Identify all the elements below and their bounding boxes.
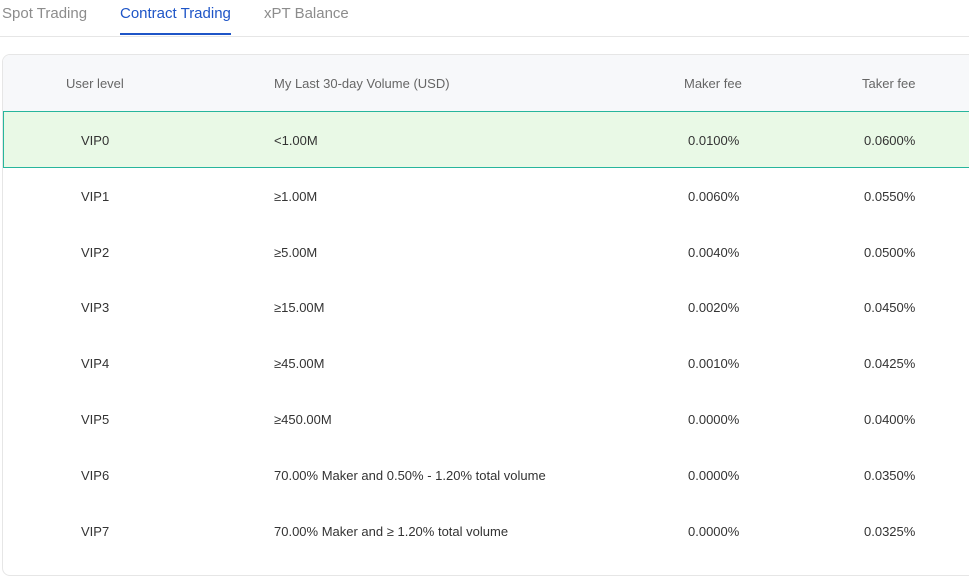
- cell-volume: 70.00% Maker and 0.50% - 1.20% total vol…: [274, 468, 546, 483]
- tab-spot-trading[interactable]: Spot Trading: [2, 4, 87, 34]
- table-row: VIP5 ≥450.00M 0.0000% 0.0400%: [3, 391, 969, 447]
- cell-maker-fee: 0.0020%: [688, 300, 740, 315]
- header-volume: My Last 30-day Volume (USD): [274, 76, 450, 91]
- cell-volume: ≥15.00M: [274, 300, 325, 315]
- cell-level: VIP6: [81, 468, 110, 483]
- cell-volume: ≥1.00M: [274, 189, 318, 204]
- cell-volume: 70.00% Maker and ≥ 1.20% total volume: [274, 524, 509, 539]
- tab-xpt-balance[interactable]: xPT Balance: [264, 4, 349, 34]
- tab-contract-trading[interactable]: Contract Trading: [120, 4, 231, 35]
- cell-taker-fee: 0.0600%: [864, 133, 916, 148]
- cell-level: VIP3: [81, 300, 110, 315]
- table-row: VIP6 70.00% Maker and 0.50% - 1.20% tota…: [3, 447, 969, 503]
- cell-volume: ≥45.00M: [274, 356, 325, 371]
- cell-taker-fee: 0.0400%: [864, 412, 916, 427]
- header-user-level: User level: [66, 76, 124, 91]
- cell-level: VIP5: [81, 412, 110, 427]
- cell-maker-fee: 0.0000%: [688, 412, 740, 427]
- cell-maker-fee: 0.0000%: [688, 468, 740, 483]
- cell-maker-fee: 0.0040%: [688, 245, 740, 260]
- table-row: VIP1 ≥1.00M 0.0060% 0.0550%: [3, 168, 969, 224]
- cell-maker-fee: 0.0100%: [688, 133, 740, 148]
- fee-table: User level My Last 30-day Volume (USD) M…: [2, 54, 969, 576]
- header-maker-fee: Maker fee: [684, 76, 742, 91]
- cell-taker-fee: 0.0550%: [864, 189, 916, 204]
- cell-level: VIP7: [81, 524, 110, 539]
- cell-level: VIP0: [81, 133, 110, 148]
- cell-taker-fee: 0.0350%: [864, 468, 916, 483]
- cell-level: VIP1: [81, 189, 110, 204]
- table-row: VIP2 ≥5.00M 0.0040% 0.0500%: [3, 224, 969, 280]
- cell-volume: <1.00M: [274, 133, 318, 148]
- cell-maker-fee: 0.0060%: [688, 189, 740, 204]
- table-row: VIP3 ≥15.00M 0.0020% 0.0450%: [3, 279, 969, 335]
- fee-tabs: Spot Trading Contract Trading xPT Balanc…: [0, 0, 969, 37]
- cell-taker-fee: 0.0500%: [864, 245, 916, 260]
- cell-volume: ≥5.00M: [274, 245, 318, 260]
- cell-level: VIP4: [81, 356, 110, 371]
- cell-taker-fee: 0.0425%: [864, 356, 916, 371]
- cell-maker-fee: 0.0000%: [688, 524, 740, 539]
- cell-volume: ≥450.00M: [274, 412, 332, 427]
- cell-taker-fee: 0.0450%: [864, 300, 916, 315]
- table-row: VIP4 ≥45.00M 0.0010% 0.0425%: [3, 335, 969, 391]
- header-taker-fee: Taker fee: [862, 76, 916, 91]
- cell-maker-fee: 0.0010%: [688, 356, 740, 371]
- table-header: User level My Last 30-day Volume (USD) M…: [3, 55, 969, 111]
- table-row: VIP7 70.00% Maker and ≥ 1.20% total volu…: [3, 503, 969, 559]
- table-row-current: VIP0 <1.00M 0.0100% 0.0600%: [3, 111, 969, 168]
- cell-taker-fee: 0.0325%: [864, 524, 916, 539]
- cell-level: VIP2: [81, 245, 110, 260]
